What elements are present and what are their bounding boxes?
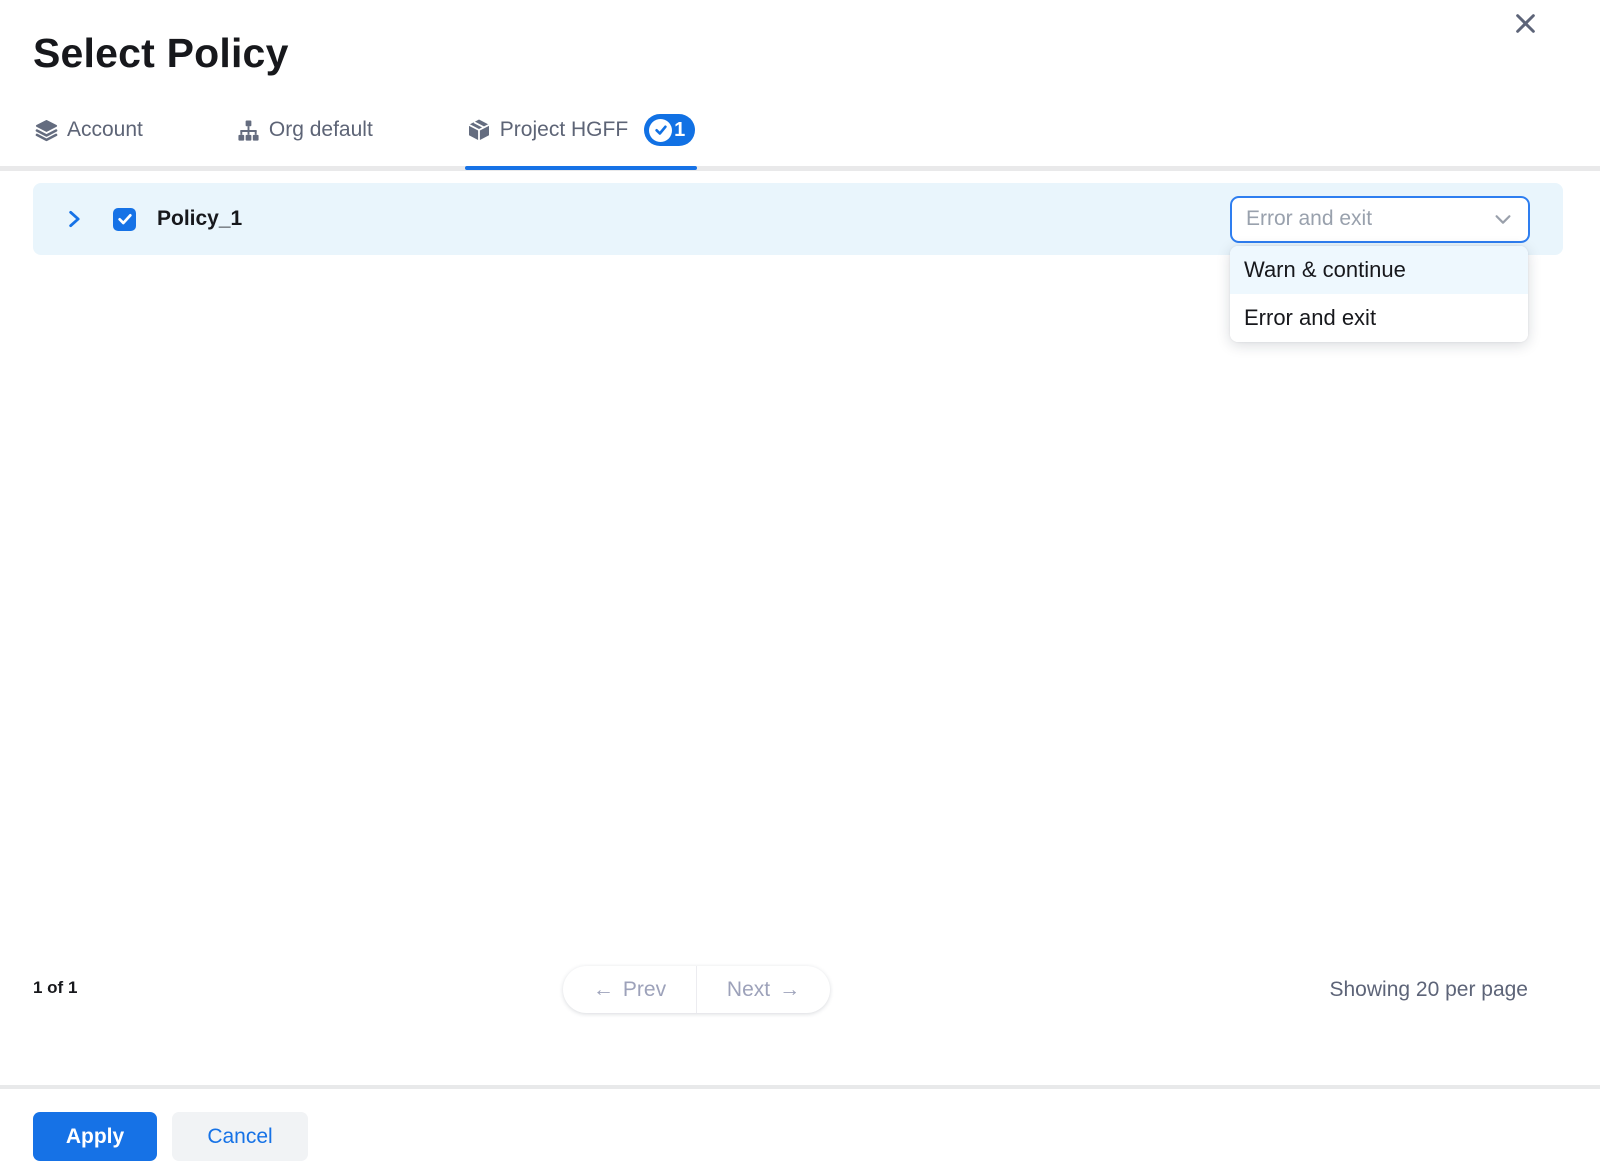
- tab-label: Org default: [269, 118, 373, 142]
- per-page-info: Showing 20 per page: [1330, 978, 1529, 1002]
- select-dropdown-menu: Warn & continue Error and exit: [1230, 246, 1528, 342]
- next-page-button[interactable]: Next →: [697, 966, 830, 1013]
- select-value: Error and exit: [1246, 207, 1372, 231]
- prev-label: Prev: [623, 978, 666, 1002]
- pagination-control: ← Prev Next →: [563, 966, 830, 1013]
- apply-button[interactable]: Apply: [33, 1112, 157, 1161]
- tabs-bottom-border: [0, 166, 1600, 171]
- tab-account[interactable]: Account: [33, 112, 145, 166]
- page-info: 1 of 1: [33, 978, 77, 998]
- policy-name: Policy_1: [157, 207, 242, 231]
- tab-org-default[interactable]: Org default: [235, 112, 375, 166]
- policy-row: Policy_1 Error and exit: [33, 183, 1563, 255]
- dropdown-option-warn-continue[interactable]: Warn & continue: [1230, 246, 1528, 294]
- select-policy-modal: Select Policy Account: [0, 0, 1600, 1171]
- policy-action-select[interactable]: Error and exit: [1230, 196, 1530, 243]
- selected-count-badge: 1: [644, 114, 695, 146]
- close-icon: [1512, 10, 1539, 37]
- prev-page-button[interactable]: ← Prev: [563, 966, 696, 1013]
- next-label: Next: [727, 978, 770, 1002]
- check-circle-icon: [649, 119, 672, 142]
- arrow-right-icon: →: [779, 978, 800, 1002]
- chevron-down-icon: [1492, 208, 1514, 230]
- layers-icon: [35, 119, 58, 142]
- tab-label: Account: [67, 118, 143, 142]
- scope-tabs: Account Org default: [33, 112, 787, 166]
- package-icon: [467, 118, 491, 142]
- policy-checkbox[interactable]: [113, 208, 136, 231]
- footer-divider: [0, 1085, 1600, 1089]
- arrow-left-icon: ←: [593, 978, 614, 1002]
- cancel-button[interactable]: Cancel: [172, 1112, 308, 1161]
- org-chart-icon: [237, 119, 260, 142]
- dropdown-option-error-exit[interactable]: Error and exit: [1230, 294, 1528, 342]
- tab-project-hgff[interactable]: Project HGFF 1: [465, 112, 697, 166]
- expand-chevron-icon[interactable]: [63, 208, 85, 230]
- badge-count: 1: [674, 119, 685, 142]
- close-button[interactable]: [1508, 6, 1542, 40]
- page-title: Select Policy: [33, 30, 289, 77]
- tab-label: Project HGFF: [500, 118, 628, 142]
